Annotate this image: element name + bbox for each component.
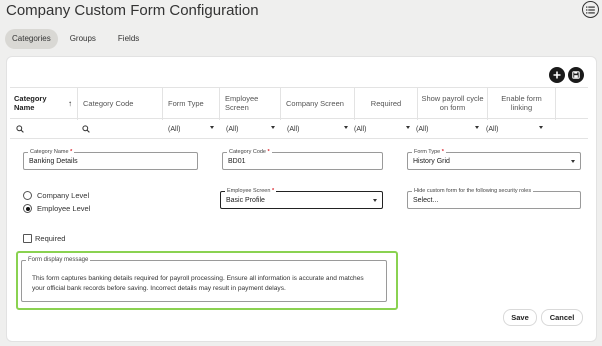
column-header-show-payroll[interactable]: Show payroll cycle on form <box>418 88 488 120</box>
add-button[interactable] <box>549 67 565 83</box>
filter-form-type[interactable]: (All) <box>168 119 216 139</box>
filter-value: (All) <box>486 125 499 133</box>
menu-button[interactable] <box>582 1 599 18</box>
form-type-select[interactable]: Form Type * History Grid <box>407 148 581 170</box>
category-name-field[interactable]: Category Name * Banking Details <box>23 148 198 170</box>
chevron-down-icon <box>475 126 479 129</box>
column-header-employee-screen[interactable]: Employee Screen <box>220 88 281 120</box>
filter-value: (All) <box>416 125 429 133</box>
required-checkbox[interactable] <box>23 234 32 243</box>
search-icon <box>16 125 24 133</box>
grid-filter-row: (All) (All) (All) (All) (All) (All) <box>10 119 588 139</box>
chevron-down-icon <box>271 126 275 129</box>
form-display-message-label: Form display message <box>26 256 91 264</box>
hide-roles-label: Hide custom form for the following secur… <box>412 187 534 195</box>
filter-company-screen[interactable]: (All) <box>287 119 350 139</box>
column-header-form-type[interactable]: Form Type <box>163 88 220 120</box>
filter-required[interactable]: (All) <box>354 119 412 139</box>
filter-category-name[interactable] <box>16 119 66 139</box>
tab-categories[interactable]: Categories <box>5 29 58 49</box>
filter-value: (All) <box>226 125 239 133</box>
form-display-message-text: This form captures banking details requi… <box>32 275 364 292</box>
chevron-down-icon <box>344 126 348 129</box>
chevron-down-icon <box>210 126 214 129</box>
employee-level-radio[interactable] <box>23 204 32 213</box>
category-code-label: Category Code * <box>227 148 272 156</box>
tab-fields[interactable]: Fields <box>111 29 146 49</box>
save-layout-button[interactable] <box>568 67 584 83</box>
form-type-label: Form Type * <box>412 148 446 156</box>
filter-value: (All) <box>354 125 367 133</box>
form-display-message-field[interactable]: Form display message This form captures … <box>21 256 387 302</box>
plus-icon <box>553 71 561 79</box>
page-title: Company Custom Form Configuration <box>6 2 259 19</box>
category-code-field[interactable]: Category Code * BD01 <box>222 148 383 170</box>
filter-category-code[interactable] <box>82 119 152 139</box>
filter-enable-linking[interactable]: (All) <box>486 119 545 139</box>
column-header-company-screen[interactable]: Company Screen <box>281 88 355 120</box>
employee-screen-label: Employee Screen * <box>225 187 277 195</box>
floppy-disk-icon <box>572 71 580 79</box>
category-name-label: Category Name * <box>28 148 75 156</box>
tab-bar: Categories Groups Fields <box>5 29 146 49</box>
column-label: Category Name <box>14 94 47 112</box>
filter-value: (All) <box>168 125 181 133</box>
search-icon <box>82 125 90 133</box>
chevron-down-icon <box>571 160 575 163</box>
grid-header: Category Name ↑ Category Code Form Type … <box>10 87 588 120</box>
company-level-radio[interactable] <box>23 191 32 200</box>
company-level-label: Company Level <box>37 191 90 200</box>
cancel-button[interactable]: Cancel <box>541 309 583 326</box>
save-button[interactable]: Save <box>503 309 537 326</box>
hide-roles-select[interactable]: Hide custom form for the following secur… <box>407 187 581 209</box>
column-header-enable-linking[interactable]: Enable form linking <box>488 88 556 120</box>
column-header-category-name[interactable]: Category Name ↑ <box>10 88 78 120</box>
sort-arrow-icon[interactable]: ↑ <box>68 99 72 108</box>
tab-groups[interactable]: Groups <box>63 29 103 49</box>
employee-screen-value: Basic Profile <box>226 196 265 204</box>
column-header-required[interactable]: Required <box>355 88 418 120</box>
filter-value: (All) <box>287 125 300 133</box>
list-menu-icon <box>586 6 595 13</box>
chevron-down-icon <box>406 126 410 129</box>
filter-employee-screen[interactable]: (All) <box>226 119 277 139</box>
required-checkbox-label: Required <box>35 234 66 243</box>
employee-screen-select[interactable]: Employee Screen * Basic Profile <box>220 187 383 209</box>
column-header-category-code[interactable]: Category Code <box>78 88 163 120</box>
filter-show-payroll[interactable]: (All) <box>416 119 481 139</box>
employee-level-label: Employee Level <box>37 204 91 213</box>
form-type-value: History Grid <box>413 157 450 165</box>
category-code-value: BD01 <box>228 157 246 165</box>
chevron-down-icon <box>373 199 377 202</box>
hide-roles-placeholder: Select... <box>413 196 439 204</box>
category-name-value: Banking Details <box>29 157 78 165</box>
chevron-down-icon <box>539 126 543 129</box>
